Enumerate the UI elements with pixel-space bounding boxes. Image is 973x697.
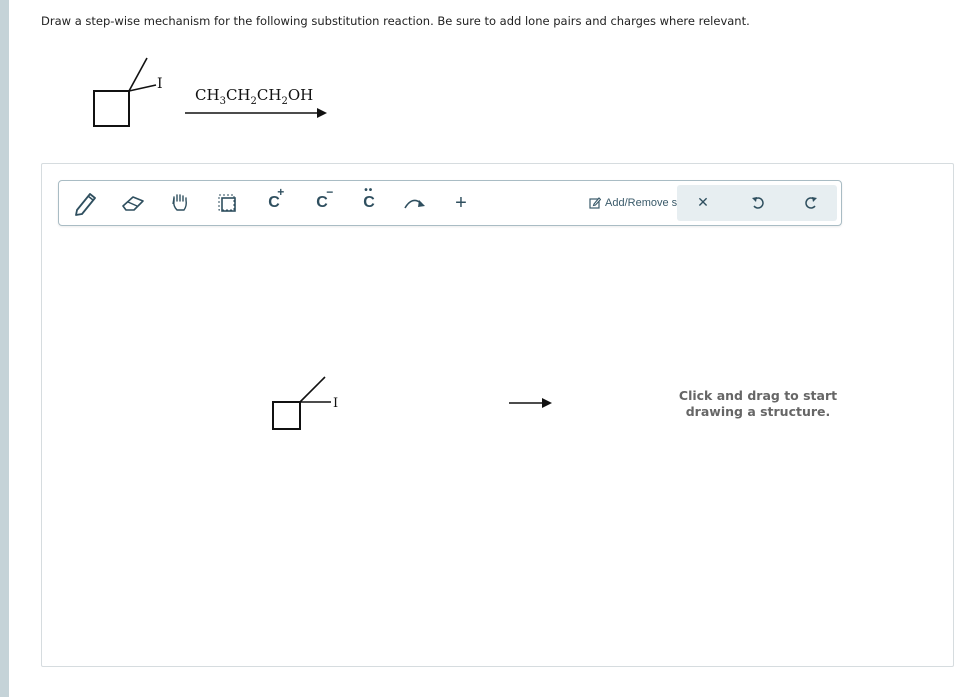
clear-button[interactable]: ✕	[683, 185, 723, 221]
plus-icon: +	[455, 191, 467, 214]
carbocation-icon: C +	[268, 185, 285, 211]
selection-tool[interactable]	[207, 181, 247, 225]
eraser-icon	[122, 196, 144, 211]
redo-icon	[805, 197, 817, 209]
hand-tool[interactable]	[160, 181, 200, 225]
question-instructions: Draw a step-wise mechanism for the follo…	[41, 14, 750, 28]
carbanion-icon: C −	[316, 185, 334, 211]
lone-pair-tool[interactable]: •• C	[349, 181, 389, 225]
plus-tool[interactable]: +	[441, 181, 481, 225]
action-button-group: ✕	[677, 185, 837, 221]
drawing-toolbar: C + C − •• C + Add/Remove step ✕	[58, 180, 842, 226]
carbanion-tool[interactable]: C −	[302, 181, 342, 225]
pencil-icon	[75, 193, 96, 216]
canvas-starting-structure[interactable]: I	[268, 373, 348, 435]
undo-icon	[752, 197, 764, 209]
redo-button[interactable]	[791, 185, 831, 221]
reactant-iodine-label: I	[157, 76, 163, 92]
edit-icon	[589, 197, 601, 209]
reaction-arrow	[185, 108, 327, 118]
eraser-tool[interactable]	[113, 181, 153, 225]
reactant-structure: I	[93, 57, 163, 127]
selection-icon	[218, 194, 236, 212]
curved-arrow-icon	[404, 199, 425, 209]
carbocation-tool[interactable]: C +	[254, 181, 294, 225]
undo-button[interactable]	[738, 185, 778, 221]
canvas-iodine-label: I	[333, 396, 338, 411]
canvas-reaction-arrow[interactable]	[507, 396, 555, 410]
left-rail	[0, 0, 9, 697]
empty-canvas-hint: Click and drag to start drawing a struct…	[678, 388, 838, 419]
curved-arrow-tool[interactable]	[395, 181, 435, 225]
hand-icon	[172, 194, 187, 211]
reagent-formula: CH3CH2CH2OH	[195, 86, 314, 107]
pencil-tool[interactable]	[65, 181, 105, 225]
clear-icon: ✕	[697, 195, 709, 211]
lone-pair-icon: •• C	[363, 185, 375, 211]
